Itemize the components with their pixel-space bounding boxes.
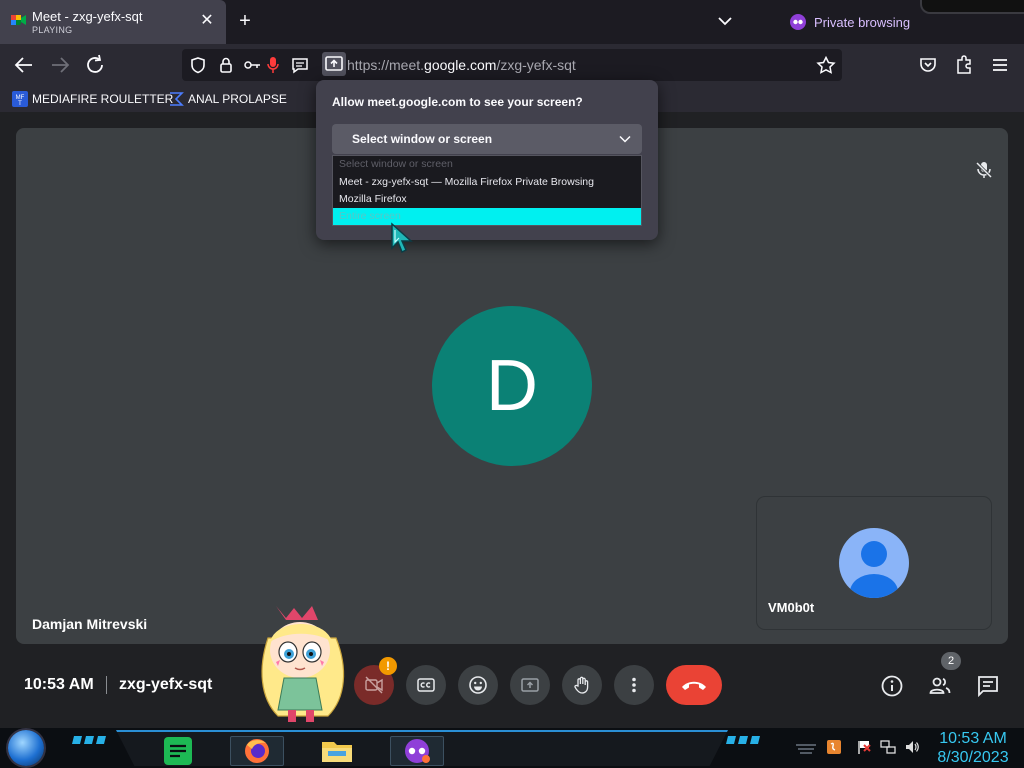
meeting-details-icon[interactable] — [880, 674, 904, 698]
lock-icon[interactable] — [216, 56, 236, 74]
firefox-icon — [245, 739, 269, 763]
taskbar-private-window-app[interactable] — [390, 736, 444, 766]
taskbar-decoration — [72, 736, 106, 744]
permissions-icon[interactable] — [242, 56, 262, 74]
divider — [106, 676, 107, 694]
taskbar-app-area — [116, 730, 728, 766]
folder-icon — [322, 742, 352, 762]
present-icon — [521, 678, 539, 692]
meeting-code: zxg-yefx-sqt — [119, 676, 213, 693]
mouse-cursor-icon — [391, 222, 413, 254]
taskbar-firefox-app[interactable] — [230, 736, 284, 766]
clock-time: 10:53 AM — [939, 730, 1007, 747]
window-frame-decoration — [920, 0, 1024, 14]
people-icon[interactable] — [928, 674, 952, 698]
option-meet-window[interactable]: Meet - zxg-yefx-sqt — Mozilla Firefox Pr… — [333, 174, 641, 191]
select-label: Select window or screen — [352, 132, 493, 146]
window-or-screen-select[interactable]: Select window or screen — [332, 124, 642, 154]
taskbar-notes-app[interactable] — [150, 736, 204, 766]
select-dropdown-list: Select window or screen Meet - zxg-yefx-… — [332, 155, 642, 226]
screen-share-permission-button[interactable] — [322, 52, 346, 76]
chat-icon[interactable] — [976, 674, 1000, 698]
url-text[interactable]: https://meet.google.com/zxg-yefx-sqt — [347, 57, 576, 73]
self-name: VM0b0t — [768, 600, 815, 615]
option-entire-screen[interactable]: Entire screen — [333, 208, 641, 225]
action-center-flag-icon[interactable] — [856, 739, 872, 755]
svg-text:T: T — [18, 101, 22, 107]
tab-close-icon[interactable]: ✕ — [198, 12, 216, 30]
pocket-icon[interactable] — [916, 54, 940, 76]
default-avatar-icon — [839, 528, 909, 598]
participant-avatar: D — [432, 306, 592, 466]
tracking-shield-icon[interactable] — [188, 56, 208, 74]
bookmark-second[interactable]: ANAL PROLAPSE — [168, 90, 287, 108]
private-mask-icon — [790, 14, 806, 30]
sigma-icon — [168, 91, 184, 107]
taskbar-file-explorer-app[interactable] — [310, 736, 364, 766]
back-arrow-icon[interactable] — [12, 54, 36, 76]
start-button[interactable] — [8, 730, 44, 766]
leave-call-button[interactable] — [666, 665, 722, 705]
browser-tab-meet[interactable]: Meet - zxg-yefx-sqt PLAYING ✕ — [0, 0, 226, 44]
participant-tile-self[interactable]: VM0b0t — [757, 497, 991, 629]
option-placeholder[interactable]: Select window or screen — [333, 156, 641, 173]
list-all-tabs-icon[interactable] — [716, 12, 734, 30]
camera-off-icon — [365, 676, 383, 694]
private-browsing-indicator: Private browsing — [790, 12, 910, 32]
mediafire-icon: MF T — [12, 91, 28, 107]
private-browsing-icon — [405, 739, 430, 763]
meet-favicon-icon — [11, 15, 26, 25]
java-tray-icon[interactable] — [826, 739, 842, 755]
private-browsing-label: Private browsing — [814, 14, 911, 30]
browser-tabstrip: Meet - zxg-yefx-sqt PLAYING ✕ + Private … — [0, 0, 1024, 44]
meet-controls-bar: 10:53 AM zxg-yefx-sqt ! 2 — [0, 652, 1024, 718]
volume-icon[interactable] — [904, 739, 920, 755]
taskbar: 10:53 AM 8/30/2023 — [0, 728, 1024, 768]
extensions-icon[interactable] — [952, 54, 976, 76]
present-screen-button[interactable] — [510, 665, 550, 705]
more-vert-icon — [632, 677, 636, 693]
emoji-icon — [469, 676, 487, 694]
end-call-icon — [682, 681, 706, 690]
tray-decoration — [796, 744, 816, 754]
hamburger-menu-icon[interactable] — [988, 54, 1012, 76]
participant-name: Damjan Mitrevski — [32, 616, 148, 632]
tab-title: Meet - zxg-yefx-sqt — [32, 9, 143, 24]
participant-count-badge: 2 — [941, 652, 961, 670]
bookmark-label: MEDIAFIRE ROULETTER — [32, 92, 174, 106]
mic-muted-icon — [975, 161, 993, 179]
captions-button[interactable] — [406, 665, 446, 705]
url-bar[interactable]: https://meet.google.com/zxg-yefx-sqt — [182, 49, 842, 81]
clock-date: 8/30/2023 — [937, 749, 1009, 766]
taskbar-decoration — [726, 736, 760, 744]
forward-arrow-icon[interactable] — [48, 54, 72, 76]
bookmark-mediafire[interactable]: MF T MEDIAFIRE ROULETTER — [12, 90, 173, 108]
cartoon-character-sticker — [261, 606, 345, 722]
screen-share-icon — [325, 56, 343, 71]
hand-icon — [574, 676, 589, 694]
popup-title: Allow meet.google.com to see your screen… — [332, 95, 583, 109]
screen: Meet - zxg-yefx-sqt PLAYING ✕ + Private … — [0, 0, 1024, 768]
notes-icon — [164, 737, 192, 765]
raise-hand-button[interactable] — [562, 665, 602, 705]
reader-comment-icon[interactable] — [290, 56, 310, 74]
captions-icon — [417, 678, 435, 692]
option-firefox-window[interactable]: Mozilla Firefox — [333, 191, 641, 208]
system-clock[interactable]: 10:53 AM 8/30/2023 — [932, 729, 1014, 767]
tab-playing-label: PLAYING — [32, 25, 73, 35]
chevron-down-icon — [619, 135, 631, 143]
meeting-time: 10:53 AM — [24, 676, 94, 693]
microphone-in-use-icon[interactable] — [266, 56, 280, 74]
bookmark-label: ANAL PROLAPSE — [188, 92, 287, 106]
reactions-button[interactable] — [458, 665, 498, 705]
more-options-button[interactable] — [614, 665, 654, 705]
bookmark-star-icon[interactable] — [816, 56, 836, 74]
reload-icon[interactable] — [84, 54, 108, 76]
screen-share-permission-popup: Allow meet.google.com to see your screen… — [316, 80, 658, 240]
new-tab-button[interactable]: + — [234, 10, 256, 32]
camera-alert-badge[interactable]: ! — [379, 657, 397, 675]
network-icon[interactable] — [880, 739, 896, 755]
